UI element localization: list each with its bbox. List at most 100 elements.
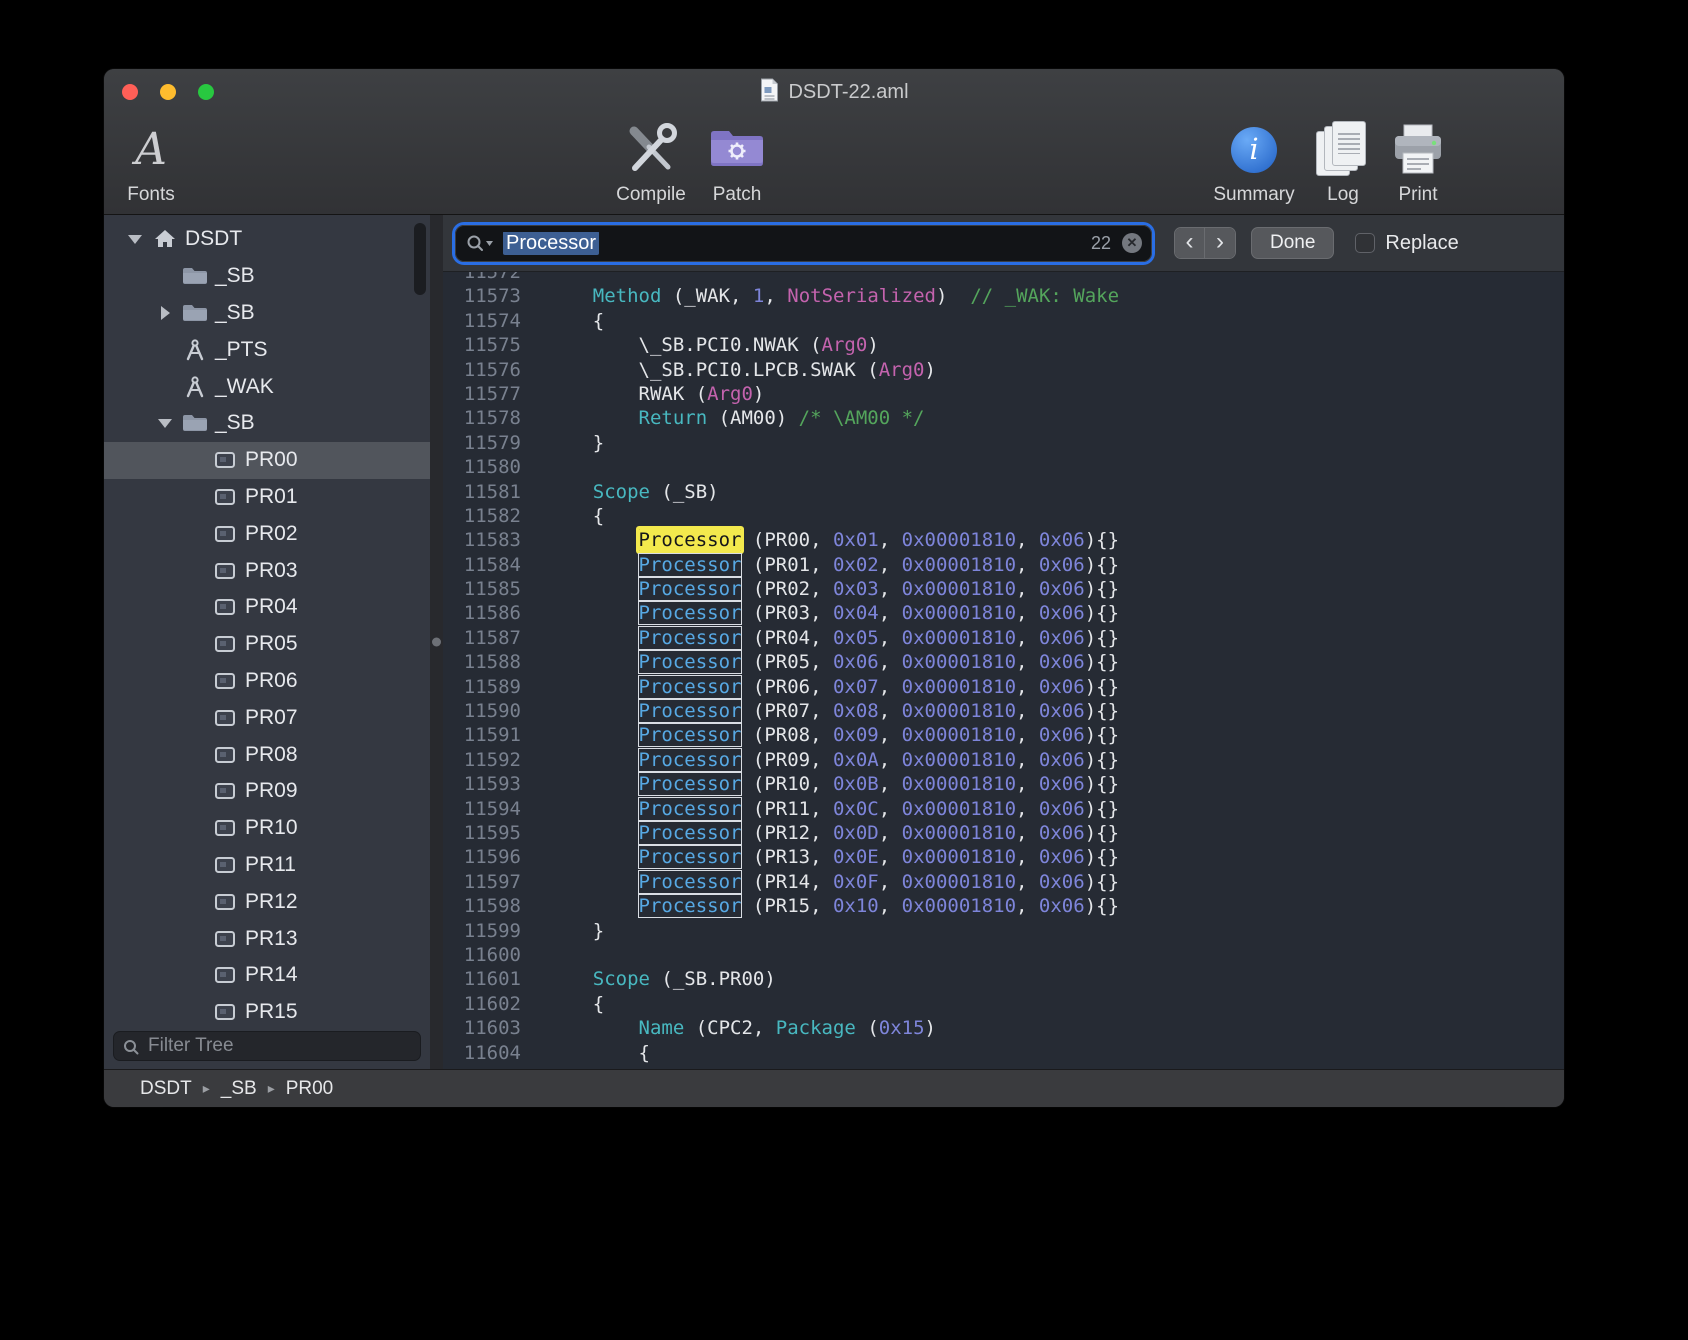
line-number: 11597	[443, 870, 535, 894]
zoom-button[interactable]	[198, 84, 214, 100]
sidebar-item-pr14[interactable]: PR14	[104, 957, 430, 994]
code-line: 11581 Scope (_SB)	[443, 480, 1564, 504]
window-title-area: DSDT-22.aml	[759, 69, 908, 115]
line-number: 11579	[443, 431, 535, 455]
splitter-handle-icon[interactable]	[432, 638, 441, 647]
code-line: 11575 \_SB.PCI0.NWAK (Arg0)	[443, 333, 1564, 357]
tree-item-label: PR13	[245, 927, 298, 951]
sidebar-item-pr08[interactable]: PR08	[104, 736, 430, 773]
search-icon	[465, 233, 495, 253]
breadcrumb: DSDT▸_SB▸PR00	[140, 1078, 333, 1100]
breadcrumb-item[interactable]: DSDT	[140, 1078, 192, 1100]
sidebar-item-sb[interactable]: _SB	[104, 258, 430, 295]
log-button[interactable]: Log	[1310, 117, 1376, 206]
sidebar-item-wak[interactable]: _WAK	[104, 368, 430, 405]
patch-button[interactable]: Patch	[699, 117, 775, 206]
sidebar-item-pr02[interactable]: PR02	[104, 515, 430, 552]
code-text: Processor (PR12, 0x0D, 0x00001810, 0x06)…	[535, 821, 1119, 845]
search-match-current: Processor	[639, 529, 742, 551]
sidebar-item-pr13[interactable]: PR13	[104, 920, 430, 957]
method-icon	[178, 339, 212, 361]
filter-tree-input[interactable]	[113, 1031, 421, 1061]
sidebar-item-pts[interactable]: _PTS	[104, 331, 430, 368]
search-query-text: Processor	[503, 232, 1091, 255]
sidebar-item-pr07[interactable]: PR07	[104, 699, 430, 736]
code-text: Processor (PR07, 0x08, 0x00001810, 0x06)…	[535, 699, 1119, 723]
code-text: Processor (PR11, 0x0C, 0x00001810, 0x06)…	[535, 797, 1119, 821]
disclosure-expanded-icon[interactable]	[152, 419, 178, 428]
sidebar-item-pr15[interactable]: PR15	[104, 994, 430, 1025]
sidebar-item-pr11[interactable]: PR11	[104, 847, 430, 884]
search-field[interactable]: Processor 22 ✕	[455, 225, 1152, 262]
disclosure-collapsed-icon[interactable]	[152, 306, 178, 320]
sidebar-item-sb[interactable]: _SB	[104, 405, 430, 442]
line-number: 11578	[443, 406, 535, 430]
line-number: 11581	[443, 480, 535, 504]
code-area[interactable]: 1157211573 Method (_WAK, 1, NotSerialize…	[443, 272, 1564, 1069]
sidebar-item-pr12[interactable]: PR12	[104, 883, 430, 920]
tree-item-label: PR09	[245, 779, 298, 803]
code-text: Processor (PR06, 0x07, 0x00001810, 0x06)…	[535, 675, 1119, 699]
close-button[interactable]	[122, 84, 138, 100]
line-number: 11590	[443, 699, 535, 723]
pane-splitter[interactable]	[430, 215, 443, 1069]
code-text: \_SB.PCI0.NWAK (Arg0)	[535, 333, 879, 357]
line-number: 11591	[443, 723, 535, 747]
compile-button[interactable]: Compile	[607, 117, 695, 206]
sidebar-item-pr00[interactable]: PR00	[104, 442, 430, 479]
next-match-button[interactable]: ›	[1205, 228, 1235, 258]
summary-button[interactable]: i Summary	[1210, 117, 1298, 206]
tree-item-label: PR08	[245, 743, 298, 767]
toolbar: A Fonts Compile	[104, 115, 1564, 214]
sidebar-item-pr10[interactable]: PR10	[104, 810, 430, 847]
chip-icon	[208, 746, 242, 764]
traffic-lights	[122, 84, 214, 100]
sidebar-item-pr01[interactable]: PR01	[104, 479, 430, 516]
sidebar-item-pr05[interactable]: PR05	[104, 626, 430, 663]
code-text: RWAK (Arg0)	[535, 382, 764, 406]
breadcrumb-separator: ▸	[268, 1080, 275, 1097]
search-match: Processor	[639, 846, 742, 868]
line-number: 11585	[443, 577, 535, 601]
code-line: 11600	[443, 943, 1564, 967]
fonts-button[interactable]: A Fonts	[116, 117, 186, 206]
search-match: Processor	[639, 578, 742, 600]
minimize-button[interactable]	[160, 84, 176, 100]
sidebar-item-pr04[interactable]: PR04	[104, 589, 430, 626]
sidebar-item-sb[interactable]: _SB	[104, 295, 430, 332]
line-number: 11593	[443, 772, 535, 796]
match-nav-group: ‹ ›	[1174, 227, 1236, 259]
clear-search-button[interactable]: ✕	[1122, 233, 1142, 253]
folder-icon	[178, 413, 212, 433]
summary-label: Summary	[1213, 184, 1294, 206]
sidebar-item-pr09[interactable]: PR09	[104, 773, 430, 810]
sidebar-item-pr06[interactable]: PR06	[104, 663, 430, 700]
code-line: 11595 Processor (PR12, 0x0D, 0x00001810,…	[443, 821, 1564, 845]
replace-label: Replace	[1385, 232, 1458, 255]
code-line: 11578 Return (AM00) /* \AM00 */	[443, 406, 1564, 430]
search-match: Processor	[639, 602, 742, 624]
tree-item-label: PR05	[245, 632, 298, 656]
printer-icon	[1388, 117, 1448, 183]
code-line: 11573 Method (_WAK, 1, NotSerialized) //…	[443, 284, 1564, 308]
tree-item-label: DSDT	[185, 227, 242, 251]
code-lines: 1157211573 Method (_WAK, 1, NotSerialize…	[443, 272, 1564, 1065]
fonts-label: Fonts	[127, 184, 175, 206]
disclosure-expanded-icon[interactable]	[122, 235, 148, 244]
sidebar-item-pr03[interactable]: PR03	[104, 552, 430, 589]
line-number: 11587	[443, 626, 535, 650]
print-button[interactable]: Print	[1380, 117, 1456, 206]
done-button[interactable]: Done	[1251, 227, 1334, 259]
tree-item-label: PR04	[245, 595, 298, 619]
sidebar-scrollbar-thumb[interactable]	[414, 223, 426, 295]
sidebar-item-dsdt[interactable]: DSDT	[104, 221, 430, 258]
replace-checkbox[interactable]	[1355, 233, 1375, 253]
previous-match-button[interactable]: ‹	[1175, 228, 1205, 258]
code-line: 11590 Processor (PR07, 0x08, 0x00001810,…	[443, 699, 1564, 723]
chip-icon	[208, 856, 242, 874]
search-match: Processor	[639, 871, 742, 893]
breadcrumb-item[interactable]: PR00	[286, 1078, 334, 1100]
code-line: 11580	[443, 455, 1564, 479]
line-number: 11584	[443, 553, 535, 577]
breadcrumb-item[interactable]: _SB	[221, 1078, 257, 1100]
